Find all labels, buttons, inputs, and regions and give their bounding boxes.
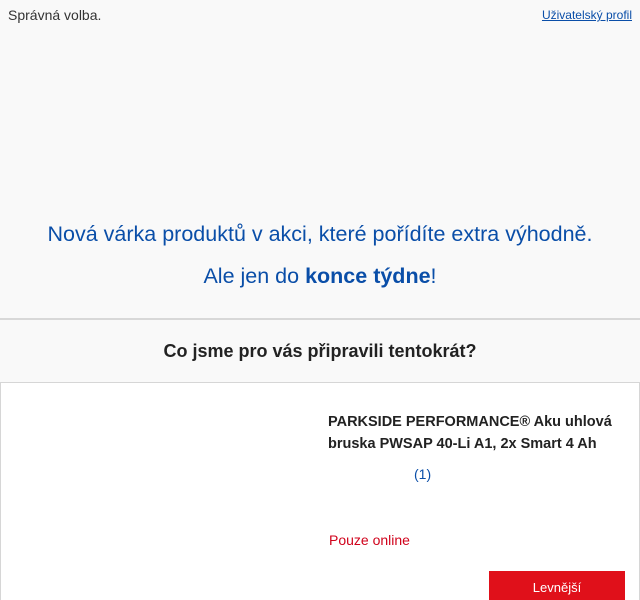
hero-headline: Nová várka produktů v akci, které pořídí… (47, 222, 593, 246)
product-title[interactable]: PARKSIDE PERFORMANCE® Aku uhlová bruska … (328, 411, 624, 455)
user-profile-link[interactable]: Uživatelský profil (542, 8, 632, 22)
product-card[interactable]: PARKSIDE PERFORMANCE® Aku uhlová bruska … (0, 382, 640, 600)
cheaper-button[interactable]: Levnější (489, 571, 625, 600)
hero-subheadline: Ale jen do konce týdne! (0, 264, 640, 289)
hero-banner: Nová várka produktů v akci, které pořídí… (0, 30, 640, 318)
hero-subheadline-suffix: ! (430, 264, 437, 288)
rating-count-link[interactable]: (1) (414, 466, 431, 482)
product-image[interactable] (17, 399, 307, 589)
availability-label: Pouze online (329, 532, 410, 548)
brand-tagline: Správná volba. (8, 7, 102, 23)
section-divider (0, 318, 640, 320)
section-title: Co jsme pro vás připravili tentokrát? (163, 341, 477, 361)
top-bar: Správná volba. Uživatelský profil (0, 0, 640, 30)
hero-subheadline-prefix: Ale jen do (203, 264, 306, 288)
hero-subheadline-emphasis: konce týdne (305, 264, 431, 288)
